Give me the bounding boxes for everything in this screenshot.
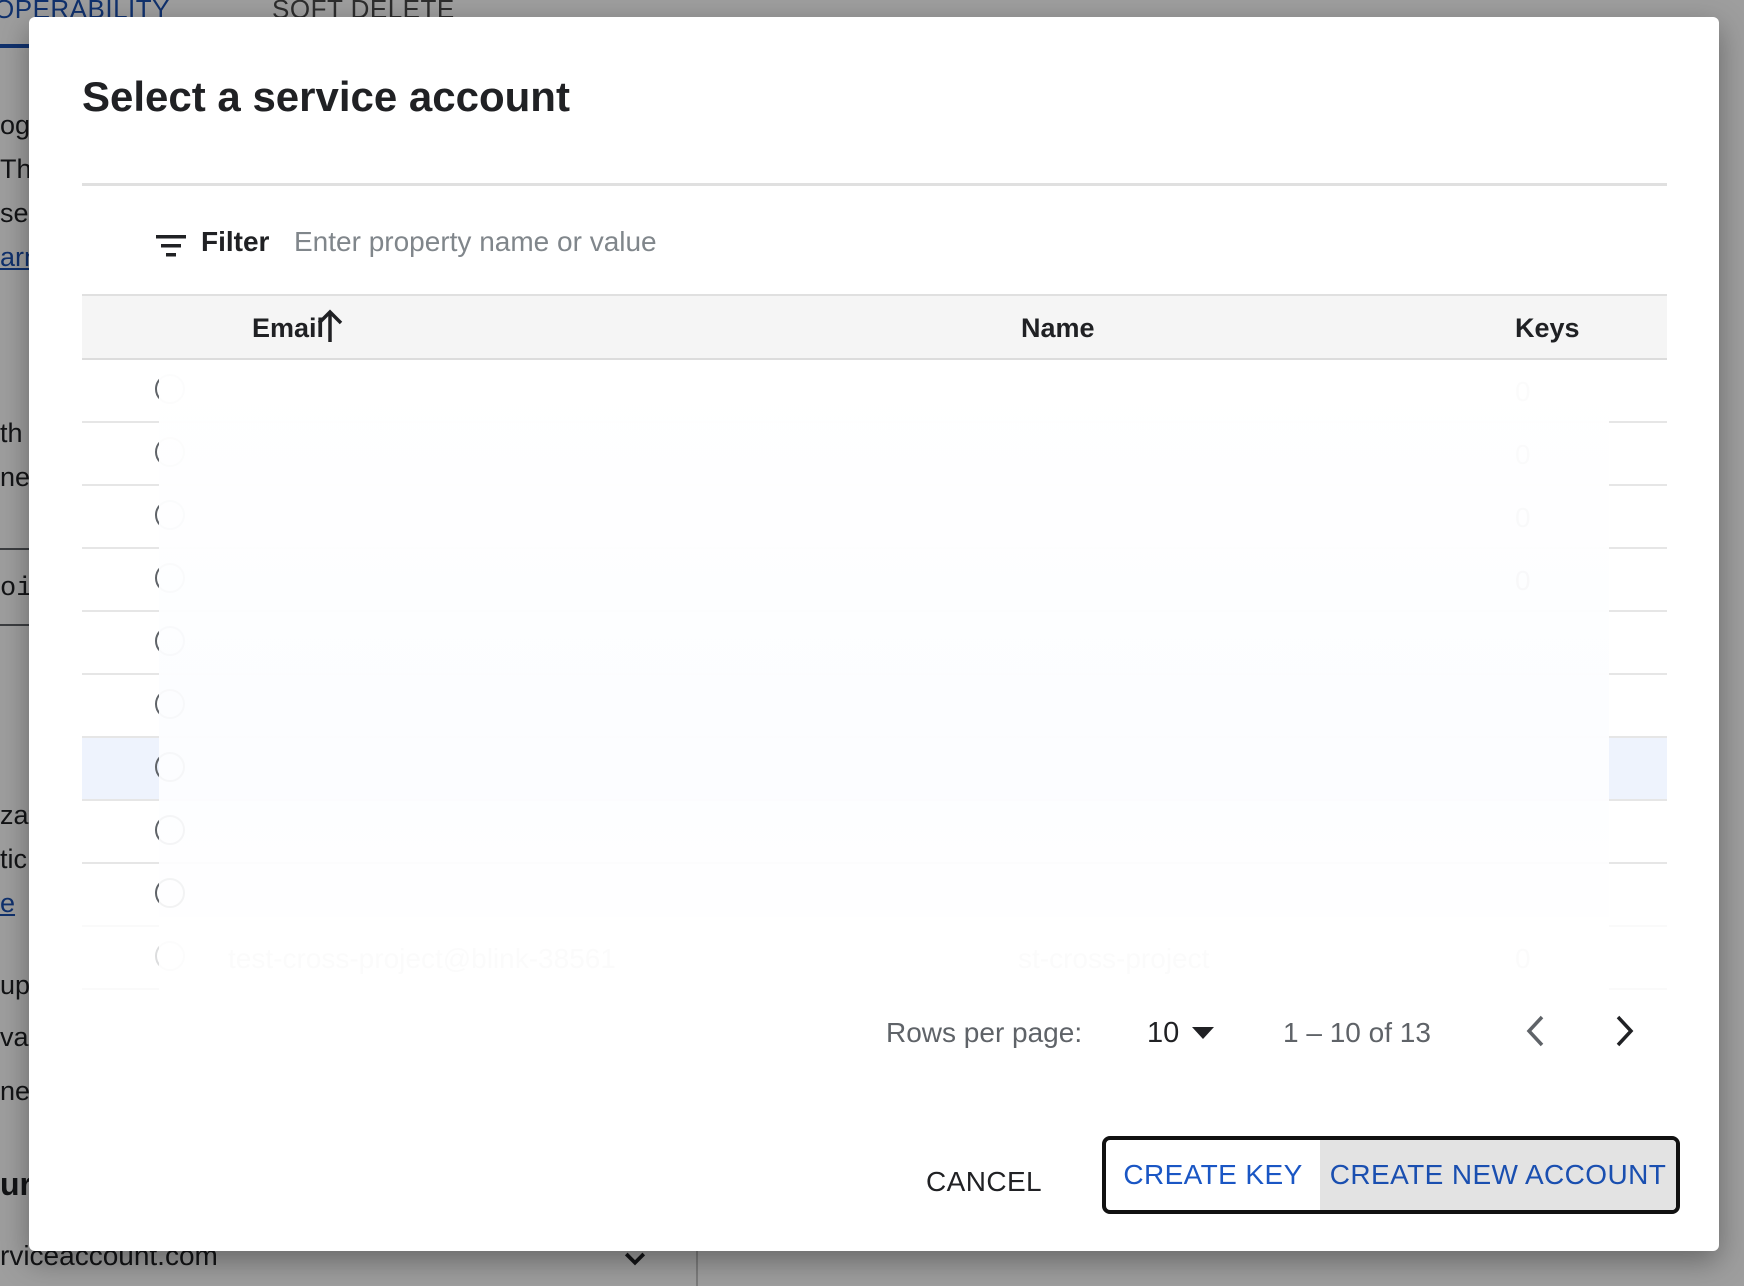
table-row[interactable]: 0 bbox=[82, 549, 1667, 612]
table-row[interactable]: 0 bbox=[82, 423, 1667, 486]
page-range: 1 – 10 of 13 bbox=[1283, 1017, 1431, 1048]
table-row[interactable]: 0 bbox=[82, 360, 1667, 423]
table-row[interactable]: 0 bbox=[82, 486, 1667, 549]
cell-keys: 0 bbox=[1515, 376, 1531, 407]
filter-input[interactable] bbox=[294, 220, 994, 264]
row-radio[interactable] bbox=[155, 815, 185, 845]
row-radio[interactable] bbox=[155, 437, 185, 467]
next-page-button[interactable] bbox=[1603, 1009, 1647, 1053]
create-actions-group: CREATE KEY CREATE NEW ACCOUNT bbox=[1102, 1136, 1680, 1214]
row-radio[interactable] bbox=[155, 626, 185, 656]
service-account-list: 0 0 0 0 test-cross-project@blink-38561 s… bbox=[82, 360, 1667, 996]
row-radio[interactable] bbox=[155, 563, 185, 593]
table-row-selected[interactable] bbox=[82, 738, 1667, 801]
triangle-down-icon bbox=[1192, 1027, 1214, 1039]
table-row[interactable] bbox=[82, 801, 1667, 864]
rows-per-page-value: 10 bbox=[1147, 1017, 1180, 1049]
cancel-button[interactable]: CANCEL bbox=[909, 1157, 1059, 1207]
create-key-button[interactable]: CREATE KEY bbox=[1106, 1140, 1320, 1210]
cell-email: test-cross-project@blink-38561 bbox=[228, 943, 616, 974]
column-header-name[interactable]: Name bbox=[1021, 313, 1095, 344]
cell-keys: 0 bbox=[1515, 943, 1531, 974]
chevron-right-icon bbox=[1616, 1015, 1634, 1047]
table-row[interactable] bbox=[82, 612, 1667, 675]
row-radio[interactable] bbox=[155, 374, 185, 404]
rows-per-page-select[interactable]: 10 bbox=[1147, 1009, 1227, 1053]
table-row[interactable] bbox=[82, 675, 1667, 738]
filter-icon[interactable] bbox=[156, 234, 186, 258]
column-header-keys[interactable]: Keys bbox=[1515, 313, 1580, 344]
chevron-left-icon bbox=[1526, 1015, 1544, 1047]
row-radio[interactable] bbox=[155, 752, 185, 782]
table-header: Email Name Keys bbox=[82, 296, 1667, 360]
table-row[interactable]: test-cross-project@blink-38561 st-cross-… bbox=[82, 927, 1667, 990]
filter-bar: Filter bbox=[82, 186, 1667, 296]
row-radio[interactable] bbox=[155, 689, 185, 719]
create-new-account-button[interactable]: CREATE NEW ACCOUNT bbox=[1320, 1140, 1676, 1210]
cell-keys: 0 bbox=[1515, 565, 1531, 596]
pagination: Rows per page: 10 1 – 10 of 13 bbox=[29, 997, 1719, 1067]
cell-keys: 0 bbox=[1515, 502, 1531, 533]
table-row[interactable] bbox=[82, 864, 1667, 927]
sort-ascending-icon[interactable] bbox=[314, 308, 346, 344]
select-service-account-dialog: Select a service account Filter Email Na… bbox=[29, 17, 1719, 1251]
filter-label[interactable]: Filter bbox=[201, 226, 269, 258]
previous-page-button[interactable] bbox=[1513, 1009, 1557, 1053]
dialog-title: Select a service account bbox=[82, 73, 570, 120]
cell-name: st-cross-project bbox=[1018, 943, 1210, 974]
row-radio[interactable] bbox=[155, 878, 185, 908]
row-radio[interactable] bbox=[155, 941, 185, 971]
rows-per-page-label: Rows per page: bbox=[886, 1017, 1083, 1048]
row-radio[interactable] bbox=[155, 500, 185, 530]
cell-keys: 0 bbox=[1515, 439, 1531, 470]
